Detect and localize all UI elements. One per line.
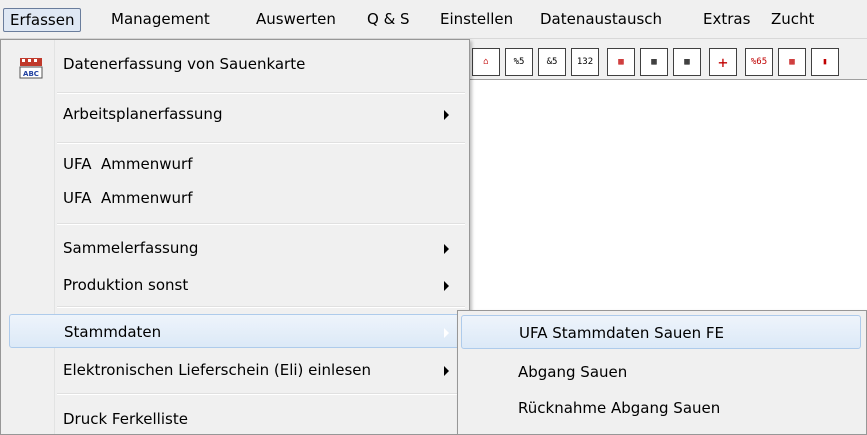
menu-item-label: UFA Ammenwurf xyxy=(63,155,193,173)
menu-item-label: Arbeitsplanerfassung xyxy=(63,105,223,123)
submenu-item-abgang-sauen[interactable]: Abgang Sauen xyxy=(461,355,861,389)
toolbar: ⌂ %5 &5 132 ▦ ▦ ▦ + %65 ▦ ▮ xyxy=(462,44,867,80)
menu-management[interactable]: Management xyxy=(105,8,216,32)
menu-item-label: Stammdaten xyxy=(64,323,162,341)
weight-icon[interactable]: %65 xyxy=(745,48,773,76)
submenu-arrow-icon xyxy=(444,244,449,254)
menu-item-stammdaten[interactable]: Stammdaten xyxy=(9,314,463,348)
sows-list-alt-icon[interactable]: &5 xyxy=(538,48,566,76)
menu-item-label: Sammelerfassung xyxy=(63,239,199,257)
menu-item-eli-einlesen[interactable]: Elektronischen Lieferschein (Eli) einles… xyxy=(4,353,465,387)
svg-text:ABC: ABC xyxy=(23,70,39,78)
submenu-arrow-icon xyxy=(444,328,449,338)
menu-erfassen[interactable]: Erfassen xyxy=(3,8,82,32)
submenu-arrow-icon xyxy=(444,110,449,120)
sows-list-icon[interactable]: %5 xyxy=(505,48,533,76)
menu-item-label: Elektronischen Lieferschein (Eli) einles… xyxy=(63,361,372,379)
menu-item-druck-ferkelliste[interactable]: Druck Ferkelliste xyxy=(4,402,465,435)
submenu-arrow-icon xyxy=(444,366,449,376)
menu-item-sammelerfassung[interactable]: Sammelerfassung xyxy=(4,231,465,265)
home-pen-icon[interactable]: ⌂ xyxy=(472,48,500,76)
erfassen-dropdown: ABC Datenerfassung von Sauenkarte Arbeit… xyxy=(0,39,470,435)
piglets-grid-icon[interactable]: ▦ xyxy=(607,48,635,76)
menu-q-und-s[interactable]: Q & S xyxy=(361,8,416,32)
stammdaten-submenu: UFA Stammdaten Sauen FE Abgang Sauen Rüc… xyxy=(457,310,867,435)
separator xyxy=(57,142,465,144)
add-record-icon[interactable]: + xyxy=(709,48,737,76)
menu-zucht[interactable]: Zucht xyxy=(765,8,820,32)
menu-datenaustausch[interactable]: Datenaustausch xyxy=(534,8,668,32)
submenu-item-label: Abgang Sauen xyxy=(518,363,628,381)
separator xyxy=(57,92,465,94)
menu-extras[interactable]: Extras xyxy=(697,8,756,32)
menu-item-produktion-sonst[interactable]: Produktion sonst xyxy=(4,268,465,302)
numbers-pig-icon[interactable]: 132 xyxy=(571,48,599,76)
menu-item-arbeitsplanerfassung[interactable]: Arbeitsplanerfassung xyxy=(4,97,465,131)
submenu-item-ufa-stammdaten-sauen-fe[interactable]: UFA Stammdaten Sauen FE xyxy=(461,315,861,349)
menu-item-label: Druck Ferkelliste xyxy=(63,410,188,428)
submenu-item-label: Rücknahme Abgang Sauen xyxy=(518,399,721,417)
more-icon[interactable]: ▮ xyxy=(811,48,839,76)
menu-item-label: Produktion sonst xyxy=(63,276,189,294)
submenu-item-label: UFA Stammdaten Sauen FE xyxy=(519,324,725,342)
menu-item-label: Datenerfassung von Sauenkarte xyxy=(63,55,306,73)
menu-einstellen[interactable]: Einstellen xyxy=(434,8,519,32)
piglets-grid-2-icon[interactable]: ▦ xyxy=(640,48,668,76)
menu-item-datenerfassung-sauenkarte[interactable]: ABC Datenerfassung von Sauenkarte xyxy=(4,47,465,81)
menu-auswerten[interactable]: Auswerten xyxy=(250,8,342,32)
menu-item-ufa-ammenwurf-2[interactable]: UFA Ammenwurf xyxy=(4,181,465,215)
breeding-grid-icon[interactable]: ▦ xyxy=(778,48,806,76)
submenu-item-ruecknahme-abgang-sauen[interactable]: Rücknahme Abgang Sauen xyxy=(461,391,861,425)
litter-grid-icon[interactable]: ▦ xyxy=(673,48,701,76)
sow-card-abc-icon: ABC xyxy=(19,57,43,79)
menu-item-ufa-ammenwurf-1[interactable]: UFA Ammenwurf xyxy=(4,147,465,181)
separator xyxy=(57,393,465,395)
separator xyxy=(57,223,465,225)
separator xyxy=(57,306,465,308)
menu-item-label: UFA Ammenwurf xyxy=(63,189,193,207)
submenu-arrow-icon xyxy=(444,281,449,291)
menu-bar: Erfassen Management Auswerten Q & S Eins… xyxy=(0,0,867,39)
